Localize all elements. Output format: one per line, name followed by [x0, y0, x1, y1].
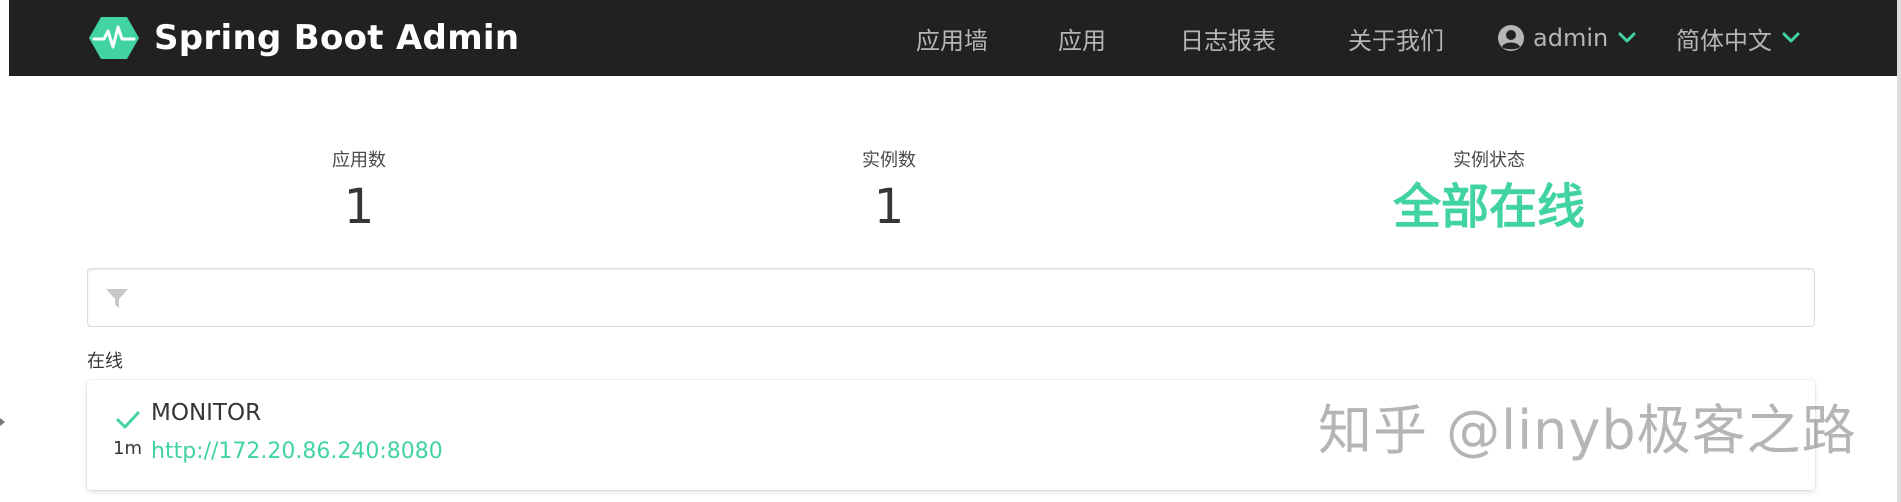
application-url-link[interactable]: http://172.20.86.240:8080 — [151, 439, 443, 464]
stat-instance-status: 实例状态 全部在线 — [1339, 146, 1639, 234]
collapse-arrow-icon[interactable] — [0, 418, 5, 426]
user-menu[interactable]: admin — [1497, 0, 1636, 76]
stat-label: 应用数 — [332, 150, 386, 171]
stat-instances: 实例数 1 — [789, 146, 989, 234]
group-label-online: 在线 — [87, 351, 123, 372]
nav-applications[interactable]: 应用 — [1058, 0, 1106, 76]
nav-journal[interactable]: 日志报表 — [1180, 0, 1276, 76]
language-label: 简体中文 — [1676, 26, 1772, 55]
nav-about[interactable]: 关于我们 — [1348, 0, 1444, 76]
stat-label: 实例数 — [862, 150, 916, 171]
nav-wallboard[interactable]: 应用墙 — [916, 0, 988, 76]
watermark: 知乎 @linyb极客之路 — [1318, 399, 1857, 462]
language-menu[interactable]: 简体中文 — [1676, 0, 1800, 76]
status-value: 全部在线 — [1392, 179, 1585, 235]
filter-icon — [106, 289, 128, 308]
filter-field[interactable] — [87, 268, 1815, 327]
navbar: Spring Boot Admin 应用墙 应用 日志报表 关于我们 admin… — [9, 0, 1897, 76]
chevron-down-icon — [1782, 32, 1800, 43]
stat-value: 1 — [873, 179, 905, 235]
chevron-down-icon — [1618, 32, 1636, 43]
user-circle-icon — [1498, 25, 1524, 51]
application-name: MONITOR — [151, 400, 262, 426]
brand[interactable]: Spring Boot Admin — [88, 0, 519, 76]
instance-age: 1m — [113, 438, 142, 459]
stat-value: 1 — [343, 179, 375, 235]
stat-label: 实例状态 — [1453, 150, 1525, 171]
scrollbar[interactable] — [1897, 0, 1901, 502]
user-name: admin — [1533, 24, 1609, 52]
left-edge-strip — [0, 0, 9, 502]
filter-input[interactable] — [144, 269, 1804, 326]
heartbeat-hexagon-icon — [89, 17, 139, 59]
check-icon — [116, 411, 140, 429]
stat-applications: 应用数 1 — [259, 146, 459, 234]
brand-title: Spring Boot Admin — [154, 18, 520, 58]
